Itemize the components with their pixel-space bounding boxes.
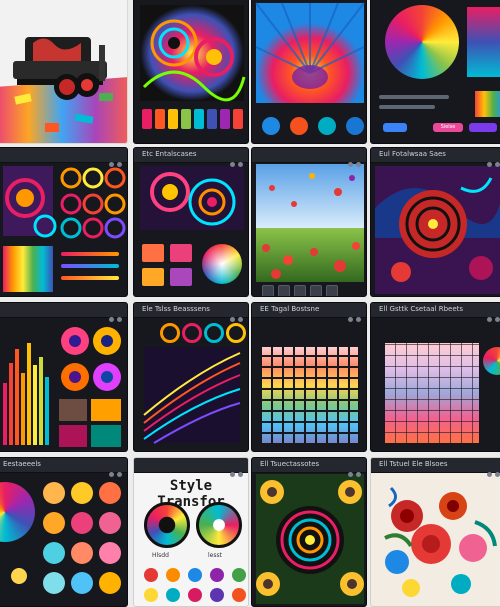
source-wheel[interactable] (144, 502, 190, 548)
preset-tile[interactable] (170, 268, 192, 286)
target-wheel[interactable] (196, 502, 242, 548)
preset-tile[interactable] (170, 244, 192, 262)
vinyl-artwork (375, 166, 500, 294)
gradient-grid[interactable] (385, 343, 479, 443)
color-grid[interactable] (262, 347, 358, 443)
panel-title: Etc Entalscases (142, 150, 197, 158)
panel-swirl-palette (133, 0, 249, 144)
panel-vinyl-swirl: Eul Fotalwsaa Saes (370, 147, 500, 297)
panel-turntable (0, 0, 128, 144)
palette-swatch[interactable] (220, 109, 230, 129)
palette-swatch[interactable] (233, 109, 243, 129)
spectrum-bars[interactable] (3, 246, 53, 292)
preset-tile[interactable] (142, 244, 164, 262)
color-dot[interactable] (43, 512, 65, 534)
swatch-dot[interactable] (144, 568, 158, 582)
color-wheel[interactable] (385, 5, 459, 79)
color-circle-button[interactable] (318, 117, 336, 135)
saturation-slider[interactable] (379, 105, 435, 109)
color-dot[interactable] (71, 572, 93, 594)
purple-action-button[interactable] (469, 123, 497, 132)
panel-titlebar (0, 148, 127, 167)
panel-title: EE Tagal Bostsne (260, 305, 320, 313)
panel-titlebar: Eul Fotalwsaa Saes (371, 148, 500, 167)
color-dot[interactable] (71, 542, 93, 564)
swatch-dot[interactable] (232, 568, 246, 582)
swatch-grid[interactable] (475, 91, 500, 117)
color-dot[interactable] (43, 482, 65, 504)
swatch-dot[interactable] (188, 568, 202, 582)
blue-action-button[interactable] (383, 123, 407, 132)
color-wheel-mini[interactable] (483, 347, 500, 375)
panel-title: Eestaeeels (3, 460, 41, 468)
color-circle-button[interactable] (346, 117, 364, 135)
gradient-slider[interactable] (61, 264, 119, 268)
color-dot[interactable] (99, 482, 121, 504)
panel-titlebar: Etc Entalscases (134, 148, 248, 167)
palette-swatch[interactable] (142, 109, 152, 129)
swatch-dot[interactable] (210, 568, 224, 582)
image-collage: Sielse Etc Entalscases Eul Fotalwsaa Sae… (0, 0, 500, 607)
panel-meadow-photo (251, 147, 367, 297)
preset-tile[interactable] (142, 268, 164, 286)
color-dot[interactable] (43, 572, 65, 594)
panel-floral-bouquet: Ell Tstuel Ele Blsoes (370, 457, 500, 607)
panel-rings-gradient (0, 147, 128, 297)
palette-swatch[interactable] (194, 109, 204, 129)
panel-sunflower-vinyl: Ell Tsuectassotes (251, 457, 367, 607)
palette-swatch[interactable] (155, 109, 165, 129)
panel-title: Ell Tsuectassotes (260, 460, 320, 468)
tool-button[interactable] (294, 285, 306, 296)
palette-swatch[interactable] (168, 109, 178, 129)
color-dot[interactable] (99, 542, 121, 564)
panel-title: Ell Tstuel Ele Blsoes (379, 460, 448, 468)
panel-gradient-grid: Ell Gsttk Csetaal Rbeets (370, 302, 500, 452)
target-label: lesst (208, 552, 222, 559)
panel-titlebar: Ell Tsuectassotes (252, 458, 366, 477)
color-wheel[interactable] (202, 244, 242, 284)
panel-style-transfer: Style Transfor Hlsdd lesst (133, 457, 249, 607)
panel-title: Eul Fotalwsaa Saes (379, 150, 446, 158)
panel-titlebar: Ell Gsttk Csetaal Rbeets (371, 303, 500, 322)
panel-color-grid: EE Tagal Bostsne (251, 302, 367, 452)
panel-radial-burst (251, 0, 367, 144)
panel-titlebar (0, 303, 127, 322)
color-dot[interactable] (99, 512, 121, 534)
panel-color-wheel-editor: Sielse (370, 0, 500, 144)
bouquet-artwork (384, 486, 497, 597)
color-dot[interactable] (99, 572, 121, 594)
color-wheel[interactable] (0, 482, 35, 542)
palette-swatch[interactable] (207, 109, 217, 129)
panel-swirl-wheel: Etc Entalscases (133, 147, 249, 297)
panel-titlebar: EE Tagal Bostsne (252, 303, 366, 322)
color-circle-button[interactable] (290, 117, 308, 135)
turntable-artwork (0, 37, 127, 143)
tool-button[interactable] (262, 285, 274, 296)
gradient-slider[interactable] (61, 252, 119, 256)
color-circle-button[interactable] (262, 117, 280, 135)
panel-titlebar (252, 148, 366, 167)
panel-wheel-dots: Eestaeeels (0, 457, 128, 607)
source-label: Hlsdd (152, 552, 169, 559)
streak-artwork (143, 347, 241, 444)
panel-titlebar (134, 458, 248, 477)
palette-swatch[interactable] (181, 109, 191, 129)
gradient-slider[interactable] (61, 276, 119, 280)
panel-title: Ell Gsttk Csetaal Rbeets (379, 305, 464, 313)
color-dot[interactable] (71, 512, 93, 534)
panel-titlebar: Ell Tstuel Ele Blsoes (371, 458, 500, 477)
tool-button[interactable] (310, 285, 322, 296)
hue-slider[interactable] (379, 95, 449, 99)
color-dot[interactable] (11, 568, 27, 584)
tool-button[interactable] (326, 285, 338, 296)
color-dot[interactable] (71, 482, 93, 504)
tool-button[interactable] (278, 285, 290, 296)
panel-equalizer (0, 302, 128, 452)
color-dot[interactable] (43, 542, 65, 564)
panel-titlebar: Eestaeeels (0, 458, 127, 477)
pink-action-button[interactable]: Sielse (433, 123, 463, 132)
swatch-dot[interactable] (166, 568, 180, 582)
gradient-picker[interactable] (467, 7, 500, 77)
panel-light-streaks: Ele Tslss Beasssens (133, 302, 249, 452)
